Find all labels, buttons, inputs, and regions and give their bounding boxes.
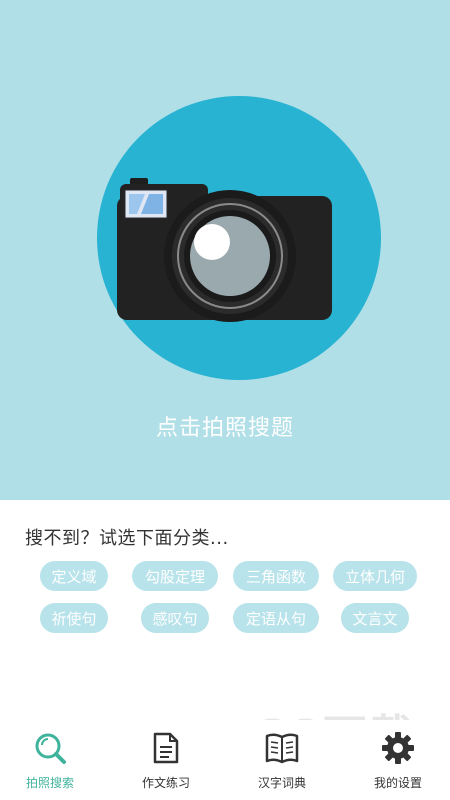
search-icon: [33, 730, 67, 766]
tab-essay-practice[interactable]: 作文练习: [121, 720, 211, 800]
category-chip-domain[interactable]: 定义域: [40, 561, 108, 591]
book-icon: [264, 730, 300, 766]
camera-icon[interactable]: [115, 172, 335, 322]
category-chip-classical-chinese[interactable]: 文言文: [341, 603, 409, 633]
gear-icon: [381, 730, 415, 766]
category-section-title: 搜不到？试选下面分类...: [25, 528, 229, 549]
document-icon: [151, 730, 181, 766]
tab-dictionary[interactable]: 汉字词典: [237, 720, 327, 800]
bottom-tab-bar: 拍照搜索 作文练习 汉字词典 我的设置: [0, 720, 450, 800]
category-chip-exclamatory[interactable]: 感叹句: [141, 603, 209, 633]
category-chip-solid-geometry[interactable]: 立体几何: [333, 561, 417, 591]
category-chip-pythagorean[interactable]: 勾股定理: [132, 561, 218, 591]
take-photo-label[interactable]: 点击拍照搜题: [0, 410, 450, 442]
tab-label: 汉字词典: [257, 776, 306, 790]
category-chip-imperative[interactable]: 祈使句: [40, 603, 108, 633]
category-chip-trig[interactable]: 三角函数: [233, 561, 319, 591]
tab-label: 我的设置: [373, 776, 422, 790]
tab-label: 作文练习: [141, 776, 190, 790]
category-chip-attributive-clause[interactable]: 定语从句: [233, 603, 319, 633]
tab-label: 拍照搜索: [25, 776, 74, 790]
tab-my-settings[interactable]: 我的设置: [353, 720, 443, 800]
tab-photo-search[interactable]: 拍照搜索: [5, 720, 95, 800]
camera-hero[interactable]: 点击拍照搜题: [0, 0, 450, 500]
